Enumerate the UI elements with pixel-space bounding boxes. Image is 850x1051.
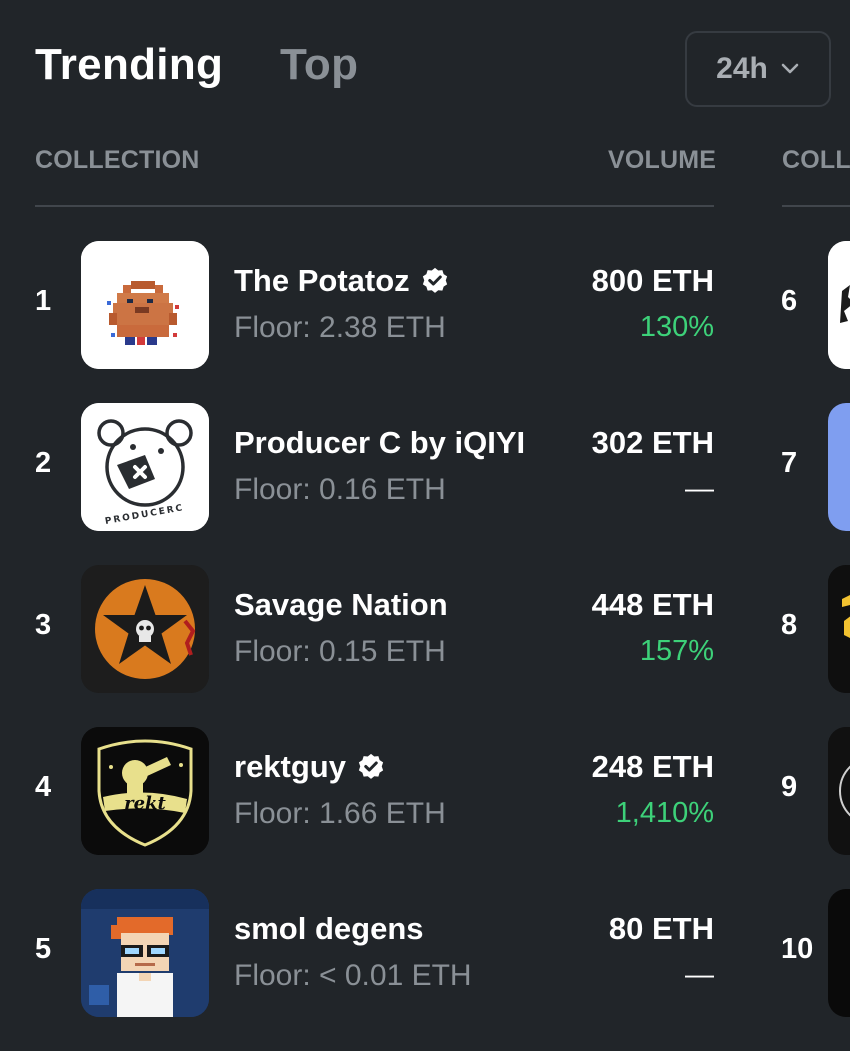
rank-number-right: 9: [781, 771, 798, 803]
rank-number-right: 7: [781, 447, 798, 479]
collection-name-text: smol degens: [234, 911, 424, 946]
star-skull-icon: [81, 565, 209, 693]
volume-change: —: [685, 959, 714, 991]
volume-value: 448 ETH: [591, 587, 714, 622]
period-select[interactable]: 24h: [685, 31, 831, 107]
rank-number-right: 10: [781, 933, 814, 965]
pixel-character-icon: [81, 889, 209, 1017]
floor-price: Floor: < 0.01 ETH: [234, 959, 472, 992]
volume-change: —: [685, 473, 714, 505]
collection-thumbnail-savage-nation: [81, 565, 209, 693]
volume-value: 302 ETH: [591, 425, 714, 460]
collection-name-text: Producer C by iQIYI: [234, 425, 526, 460]
collection-name-text: The Potatoz: [234, 263, 410, 298]
verified-badge-icon: [422, 267, 447, 293]
chevron-down-icon: [781, 63, 799, 74]
collection-name[interactable]: Savage Nation: [234, 587, 448, 623]
rank-number: 2: [35, 447, 52, 479]
volume-value: 800 ETH: [591, 263, 714, 298]
collection-row[interactable]: 4 rekt rektguy Floor: 1.66 ETH 248 ETH 1…: [0, 727, 850, 889]
tab-top[interactable]: Top: [280, 40, 358, 90]
collection-thumbnail-rektguy: rekt: [81, 727, 209, 855]
floor-price: Floor: 1.66 ETH: [234, 797, 446, 830]
collection-name[interactable]: The Potatoz: [234, 263, 450, 299]
tab-trending[interactable]: Trending: [35, 40, 223, 90]
rank-number: 5: [35, 933, 52, 965]
collection-row[interactable]: 2 PRODUCERC Producer C by iQIYI Floor: 0…: [0, 403, 850, 565]
rank-number: 4: [35, 771, 52, 803]
collection-thumbnail-right[interactable]: [828, 727, 850, 855]
collection-row[interactable]: 3 Savage Nation Floor: 0.15 ETH 448 ETH …: [0, 565, 850, 727]
partial-thumbnail-image: [828, 727, 850, 855]
collection-thumbnail-right[interactable]: [828, 403, 850, 531]
floor-price: Floor: 2.38 ETH: [234, 311, 446, 344]
volume-change: 130%: [639, 311, 714, 343]
collection-thumbnail-smol-degens: [81, 889, 209, 1017]
rank-number-right: 6: [781, 285, 798, 317]
rank-number: 1: [35, 285, 52, 317]
partial-thumbnail-image: [828, 241, 850, 369]
rekt-shield-icon: rekt: [81, 727, 209, 855]
header-divider: [35, 205, 714, 207]
collection-thumbnail-producer-c: PRODUCERC: [81, 403, 209, 531]
header-divider-right: [782, 205, 850, 207]
collection-name-text: Savage Nation: [234, 587, 448, 622]
collection-name-text: rektguy: [234, 749, 346, 784]
collection-thumbnail-right[interactable]: [828, 565, 850, 693]
collection-thumbnail-potatoz: [81, 241, 209, 369]
volume-value: 248 ETH: [591, 749, 714, 784]
column-header-collection[interactable]: COLLECTION: [35, 146, 200, 175]
volume-change: 157%: [639, 635, 714, 667]
partial-thumbnail-image: [828, 565, 850, 693]
potato-pixel-icon: [81, 241, 209, 369]
rank-number: 3: [35, 609, 52, 641]
header: Trending Top 24h: [0, 0, 850, 130]
column-header-collection-right[interactable]: COLL: [782, 146, 850, 175]
verified-badge-icon: [358, 753, 384, 779]
collection-name[interactable]: Producer C by iQIYI: [234, 425, 525, 461]
bear-logo-icon: PRODUCERC: [81, 403, 209, 531]
rekt-logo-text: rekt: [124, 793, 166, 814]
floor-price: Floor: 0.16 ETH: [234, 473, 446, 506]
collection-thumbnail-right[interactable]: [828, 241, 850, 369]
column-header-volume[interactable]: VOLUME: [608, 146, 716, 175]
period-select-value: 24h: [716, 52, 768, 85]
collection-row[interactable]: 1 The Potatoz Floor: 2.38 ETH 800 ETH 13…: [0, 241, 850, 403]
rank-number-right: 8: [781, 609, 798, 641]
collection-name[interactable]: smol degens: [234, 911, 424, 947]
collection-row[interactable]: 5 smol degens Floor: < 0.01 ETH 80 ETH —…: [0, 889, 850, 1051]
volume-value: 80 ETH: [608, 911, 714, 946]
collection-name[interactable]: rektguy: [234, 749, 386, 785]
floor-price: Floor: 0.15 ETH: [234, 635, 446, 668]
volume-change: 1,410%: [615, 797, 714, 829]
collection-thumbnail-right[interactable]: [828, 889, 850, 1017]
